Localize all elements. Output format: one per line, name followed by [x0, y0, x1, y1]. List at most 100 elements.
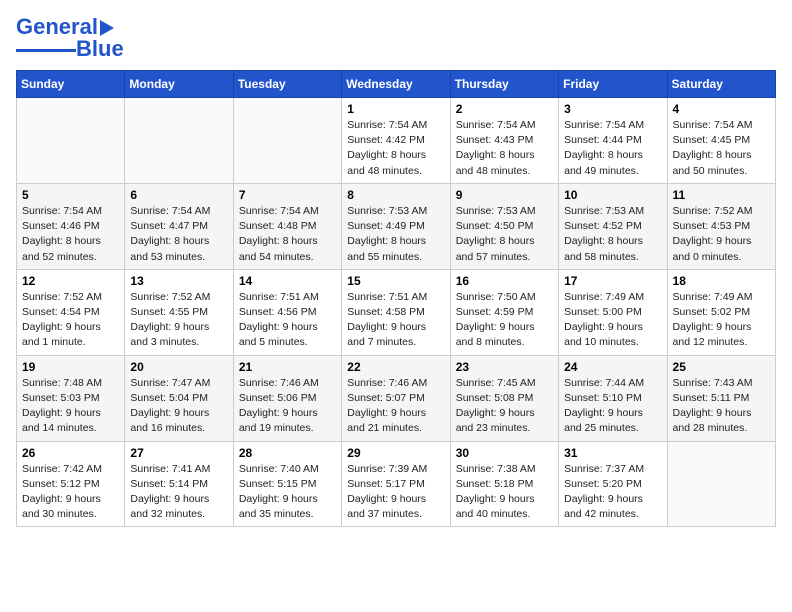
page-header: General Blue — [16, 16, 776, 60]
calendar-cell — [233, 98, 341, 184]
day-number: 31 — [564, 446, 661, 460]
logo-text-blue: Blue — [76, 38, 124, 60]
day-number: 17 — [564, 274, 661, 288]
day-number: 6 — [130, 188, 227, 202]
calendar-cell: 8Sunrise: 7:53 AM Sunset: 4:49 PM Daylig… — [342, 183, 450, 269]
day-info: Sunrise: 7:47 AM Sunset: 5:04 PM Dayligh… — [130, 376, 227, 437]
calendar-cell: 14 Sunrise: 7:51 AM Sunset: 4:56 PM Dayli… — [233, 269, 341, 355]
day-number: 12 — [22, 274, 119, 288]
day-info: Sunrise: 7:39 AM Sunset: 5:17 PM Dayligh… — [347, 462, 444, 523]
logo-text: General — [16, 16, 114, 38]
day-info: Sunrise: 7:42 AM Sunset: 5:12 PM Dayligh… — [22, 462, 119, 523]
day-info: Sunrise: 7:49 AM Sunset: 5:00 PM Dayligh… — [564, 290, 661, 351]
calendar-cell: 29 Sunrise: 7:39 AM Sunset: 5:17 PM Dayli… — [342, 441, 450, 527]
calendar-cell: 7 Sunrise: 7:54 AM Sunset: 4:48 PM Daylig… — [233, 183, 341, 269]
day-info: Sunrise: 7:54 AM Sunset: 4:42 PM Dayligh… — [347, 118, 444, 179]
day-info: Sunrise: 7:52 AM Sunset: 4:55 PM Dayligh… — [130, 290, 227, 351]
logo: General Blue — [16, 16, 124, 60]
calendar-week-2: 5Sunrise: 7:54 AM Sunset: 4:46 PM Daylig… — [17, 183, 776, 269]
calendar-cell: 15 Sunrise: 7:51 AM Sunset: 4:58 PM Dayli… — [342, 269, 450, 355]
day-info: Sunrise: 7:54 AM Sunset: 4:47 PM Dayligh… — [130, 204, 227, 265]
day-number: 14 — [239, 274, 336, 288]
day-info: Sunrise: 7:49 AM Sunset: 5:02 PM Dayligh… — [673, 290, 770, 351]
calendar-cell: 13 Sunrise: 7:52 AM Sunset: 4:55 PM Dayli… — [125, 269, 233, 355]
calendar-cell: 28 Sunrise: 7:40 AM Sunset: 5:15 PM Dayli… — [233, 441, 341, 527]
day-number: 18 — [673, 274, 770, 288]
day-number: 27 — [130, 446, 227, 460]
calendar-week-5: 26 Sunrise: 7:42 AM Sunset: 5:12 PM Dayli… — [17, 441, 776, 527]
day-number: 7 — [239, 188, 336, 202]
calendar-table: SundayMondayTuesdayWednesdayThursdayFrid… — [16, 70, 776, 527]
day-info: Sunrise: 7:38 AM Sunset: 5:18 PM Dayligh… — [456, 462, 553, 523]
day-info: Sunrise: 7:51 AM Sunset: 4:58 PM Dayligh… — [347, 290, 444, 351]
header-tuesday: Tuesday — [233, 71, 341, 98]
header-thursday: Thursday — [450, 71, 558, 98]
calendar-cell: 17 Sunrise: 7:49 AM Sunset: 5:00 PM Dayli… — [559, 269, 667, 355]
day-info: Sunrise: 7:54 AM Sunset: 4:48 PM Dayligh… — [239, 204, 336, 265]
calendar-cell: 24 Sunrise: 7:44 AM Sunset: 5:10 PM Dayli… — [559, 355, 667, 441]
day-info: Sunrise: 7:46 AM Sunset: 5:07 PM Dayligh… — [347, 376, 444, 437]
calendar-cell: 9 Sunrise: 7:53 AM Sunset: 4:50 PM Daylig… — [450, 183, 558, 269]
day-info: Sunrise: 7:52 AM Sunset: 4:53 PM Dayligh… — [673, 204, 770, 265]
calendar-cell: 3Sunrise: 7:54 AM Sunset: 4:44 PM Daylig… — [559, 98, 667, 184]
day-info: Sunrise: 7:43 AM Sunset: 5:11 PM Dayligh… — [673, 376, 770, 437]
calendar-cell: 12 Sunrise: 7:52 AM Sunset: 4:54 PM Dayli… — [17, 269, 125, 355]
calendar-cell: 30 Sunrise: 7:38 AM Sunset: 5:18 PM Dayli… — [450, 441, 558, 527]
day-info: Sunrise: 7:44 AM Sunset: 5:10 PM Dayligh… — [564, 376, 661, 437]
day-info: Sunrise: 7:46 AM Sunset: 5:06 PM Dayligh… — [239, 376, 336, 437]
day-number: 26 — [22, 446, 119, 460]
day-number: 19 — [22, 360, 119, 374]
day-info: Sunrise: 7:48 AM Sunset: 5:03 PM Dayligh… — [22, 376, 119, 437]
day-number: 28 — [239, 446, 336, 460]
calendar-cell: 5Sunrise: 7:54 AM Sunset: 4:46 PM Daylig… — [17, 183, 125, 269]
calendar-cell: 1 Sunrise: 7:54 AM Sunset: 4:42 PM Daylig… — [342, 98, 450, 184]
day-number: 13 — [130, 274, 227, 288]
day-number: 10 — [564, 188, 661, 202]
day-number: 9 — [456, 188, 553, 202]
calendar-cell: 10 Sunrise: 7:53 AM Sunset: 4:52 PM Dayli… — [559, 183, 667, 269]
day-number: 2 — [456, 102, 553, 116]
calendar-cell: 25 Sunrise: 7:43 AM Sunset: 5:11 PM Dayli… — [667, 355, 775, 441]
day-info: Sunrise: 7:50 AM Sunset: 4:59 PM Dayligh… — [456, 290, 553, 351]
calendar-cell — [17, 98, 125, 184]
day-number: 11 — [673, 188, 770, 202]
day-number: 30 — [456, 446, 553, 460]
calendar-cell: 6 Sunrise: 7:54 AM Sunset: 4:47 PM Daylig… — [125, 183, 233, 269]
day-number: 1 — [347, 102, 444, 116]
calendar-cell: 18 Sunrise: 7:49 AM Sunset: 5:02 PM Dayli… — [667, 269, 775, 355]
day-number: 20 — [130, 360, 227, 374]
calendar-week-3: 12 Sunrise: 7:52 AM Sunset: 4:54 PM Dayli… — [17, 269, 776, 355]
day-info: Sunrise: 7:51 AM Sunset: 4:56 PM Dayligh… — [239, 290, 336, 351]
calendar-week-1: 1 Sunrise: 7:54 AM Sunset: 4:42 PM Daylig… — [17, 98, 776, 184]
calendar-cell: 23 Sunrise: 7:45 AM Sunset: 5:08 PM Dayli… — [450, 355, 558, 441]
day-info: Sunrise: 7:54 AM Sunset: 4:45 PM Dayligh… — [673, 118, 770, 179]
day-number: 15 — [347, 274, 444, 288]
calendar-header-row: SundayMondayTuesdayWednesdayThursdayFrid… — [17, 71, 776, 98]
day-info: Sunrise: 7:54 AM Sunset: 4:46 PM Dayligh… — [22, 204, 119, 265]
day-number: 24 — [564, 360, 661, 374]
header-friday: Friday — [559, 71, 667, 98]
day-number: 25 — [673, 360, 770, 374]
day-number: 23 — [456, 360, 553, 374]
calendar-cell: 2Sunrise: 7:54 AM Sunset: 4:43 PM Daylig… — [450, 98, 558, 184]
calendar-cell: 16 Sunrise: 7:50 AM Sunset: 4:59 PM Dayli… — [450, 269, 558, 355]
calendar-cell: 4 Sunrise: 7:54 AM Sunset: 4:45 PM Daylig… — [667, 98, 775, 184]
calendar-cell: 11 Sunrise: 7:52 AM Sunset: 4:53 PM Dayli… — [667, 183, 775, 269]
day-number: 22 — [347, 360, 444, 374]
day-info: Sunrise: 7:45 AM Sunset: 5:08 PM Dayligh… — [456, 376, 553, 437]
header-saturday: Saturday — [667, 71, 775, 98]
day-number: 8 — [347, 188, 444, 202]
day-number: 4 — [673, 102, 770, 116]
calendar-cell: 31Sunrise: 7:37 AM Sunset: 5:20 PM Dayli… — [559, 441, 667, 527]
day-info: Sunrise: 7:54 AM Sunset: 4:44 PM Dayligh… — [564, 118, 661, 179]
day-info: Sunrise: 7:52 AM Sunset: 4:54 PM Dayligh… — [22, 290, 119, 351]
day-info: Sunrise: 7:53 AM Sunset: 4:52 PM Dayligh… — [564, 204, 661, 265]
calendar-cell: 19 Sunrise: 7:48 AM Sunset: 5:03 PM Dayli… — [17, 355, 125, 441]
day-info: Sunrise: 7:53 AM Sunset: 4:50 PM Dayligh… — [456, 204, 553, 265]
day-number: 21 — [239, 360, 336, 374]
day-info: Sunrise: 7:40 AM Sunset: 5:15 PM Dayligh… — [239, 462, 336, 523]
day-number: 16 — [456, 274, 553, 288]
header-monday: Monday — [125, 71, 233, 98]
day-number: 29 — [347, 446, 444, 460]
header-sunday: Sunday — [17, 71, 125, 98]
